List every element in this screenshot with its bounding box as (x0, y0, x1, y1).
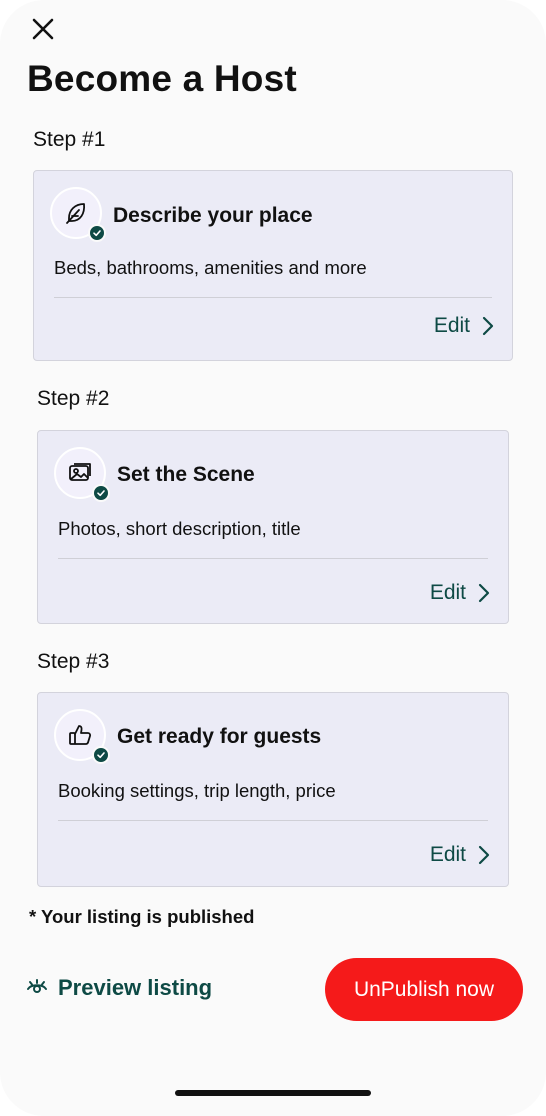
step-subtitle: Beds, bathrooms, amenities and more (54, 257, 367, 278)
step-title: Set the Scene (117, 463, 255, 486)
step-icon-wrap (54, 709, 110, 764)
step-icon-wrap (54, 447, 110, 502)
check-badge (88, 224, 106, 242)
chevron-right-icon (478, 845, 490, 865)
thumbs-up-icon (69, 725, 92, 745)
step-label-1: Step #1 (33, 128, 106, 151)
published-note: * Your listing is published (29, 906, 255, 927)
check-icon (93, 230, 101, 237)
step-title: Get ready for guests (117, 725, 322, 748)
check-badge (92, 746, 110, 764)
screen: Become a Host Step #1 Describe your plac… (0, 0, 546, 1116)
step-label-3: Step #3 (37, 650, 110, 673)
home-indicator (175, 1090, 371, 1096)
chevron-right-icon (478, 583, 490, 603)
edit-button-step-1[interactable]: Edit (434, 314, 494, 338)
edit-button-step-2[interactable]: Edit (430, 581, 490, 605)
step-icon-wrap (50, 187, 106, 242)
eye-icon (27, 979, 47, 993)
step-subtitle: Photos, short description, title (58, 518, 301, 539)
card-divider (54, 297, 492, 298)
page-title: Become a Host (27, 58, 297, 99)
check-icon (97, 752, 105, 759)
card-divider (58, 820, 488, 821)
edit-button-step-3[interactable]: Edit (430, 843, 490, 867)
check-icon (97, 490, 105, 497)
feather-icon (66, 203, 85, 224)
preview-listing-label: Preview listing (58, 975, 213, 1000)
edit-label: Edit (433, 314, 470, 337)
check-badge (92, 484, 110, 502)
step-title: Describe your place (113, 204, 313, 227)
step-card-describe: Describe your place Beds, bathrooms, ame… (33, 170, 513, 361)
unpublish-button[interactable]: UnPublish now (325, 958, 523, 1021)
chevron-right-icon (482, 316, 494, 336)
edit-label: Edit (429, 843, 466, 866)
close-button[interactable] (28, 14, 58, 44)
step-card-scene: Set the Scene Photos, short description,… (37, 430, 509, 624)
photos-icon (69, 463, 91, 481)
step-subtitle: Booking settings, trip length, price (58, 780, 336, 801)
card-divider (58, 558, 488, 559)
step-card-guests: Get ready for guests Booking settings, t… (37, 692, 509, 887)
preview-listing-button[interactable]: Preview listing (26, 975, 212, 1001)
edit-label: Edit (429, 581, 466, 604)
close-icon (32, 18, 54, 40)
step-label-2: Step #2 (37, 387, 110, 410)
